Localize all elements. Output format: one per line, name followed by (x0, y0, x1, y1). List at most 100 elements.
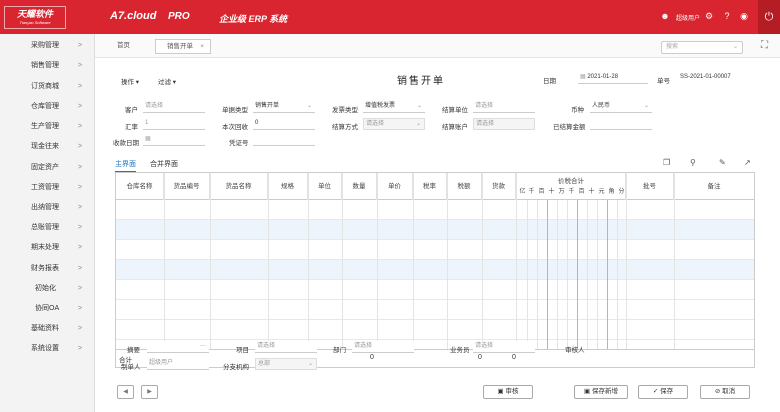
audit-button[interactable]: ▣ 审核 (483, 385, 533, 399)
sidebar-item-production[interactable]: 生产管理 > (0, 117, 95, 137)
sidebar-item-cash[interactable]: 现金往来 > (0, 137, 95, 157)
save-button[interactable]: ✓ 保存 (638, 385, 688, 399)
close-icon[interactable]: × (200, 40, 204, 54)
sidebar-item-oa[interactable]: 协同OA > (0, 299, 95, 319)
receipt-date-label: 收款日期 (113, 140, 139, 147)
divider (607, 200, 608, 367)
table-row[interactable] (116, 220, 754, 240)
item-table: 仓库名称 货品编号 货品名称 规格 单位 数量 单价 税率 税额 货款 价税合计… (115, 172, 755, 368)
branch-select[interactable]: 总部 ⌄ (255, 358, 317, 370)
sidebar-item-payroll[interactable]: 工资管理 > (0, 178, 95, 198)
sidebar-item-order-mall[interactable]: 订货商城 > (0, 77, 95, 97)
search-input[interactable]: 搜索 ⌄ (661, 41, 743, 54)
next-page-button[interactable]: ▶ (141, 385, 158, 399)
settle-unit-field[interactable]: 请选择 (473, 101, 535, 113)
digit-label: 分 (618, 189, 625, 195)
customer-label: 客户 (125, 107, 138, 114)
doctype-select[interactable]: 销售开单 ⌄ (253, 101, 315, 113)
calendar-icon: ▦ (145, 136, 151, 142)
save-new-label: 保存新增 (591, 388, 618, 395)
col-tax-rate: 税率 (413, 173, 447, 200)
attachment-icon[interactable]: ✎ (719, 158, 726, 167)
sidebar-item-warehouse[interactable]: 仓库管理 > (0, 97, 95, 117)
digit-label: 亿 (519, 189, 526, 195)
cancel-button[interactable]: ⊘ 取消 (700, 385, 750, 399)
col-item-code: 货品编号 (164, 173, 210, 200)
sidebar-item-period-end[interactable]: 期末处理 > (0, 238, 95, 258)
brand-name: A7.cloud (110, 10, 157, 22)
digit-label: 角 (608, 189, 615, 195)
maker-field[interactable]: 超级用户 (147, 358, 209, 370)
customer-field[interactable]: 请选择 (143, 101, 205, 113)
help-icon[interactable]: ? (722, 11, 732, 21)
tab-home[interactable]: 首页 (117, 39, 130, 54)
digit-label: 百 (578, 189, 585, 195)
chevron-right-icon: > (78, 325, 83, 332)
date-value: 2021-01-28 (587, 74, 619, 80)
chevron-right-icon: > (78, 265, 83, 272)
project-field[interactable]: 请选择 (255, 341, 317, 353)
table-row[interactable] (116, 240, 754, 260)
power-icon[interactable]: ⏻ (758, 0, 780, 34)
digit-label: 十 (548, 189, 555, 195)
chevron-right-icon: > (78, 224, 83, 231)
received-field[interactable]: 0 (253, 118, 315, 130)
gear-icon[interactable]: ⚙ (704, 11, 714, 21)
invoice-type-select[interactable]: 增值税发票 ⌄ (363, 101, 425, 113)
total-qty: 0 (370, 354, 374, 361)
table-row[interactable] (116, 320, 754, 340)
sidebar-item-cashier[interactable]: 出纳管理 > (0, 198, 95, 218)
settle-account-select[interactable]: 请选择 (473, 118, 535, 130)
table-row[interactable] (116, 260, 754, 280)
chevron-down-icon: ⌄ (416, 103, 422, 109)
settled-amount-field[interactable] (590, 118, 652, 130)
sidebar-item-purchase[interactable]: 采购管理 > (0, 36, 95, 56)
sidebar-item-reports[interactable]: 财务报表 > (0, 259, 95, 279)
tab-sales-order[interactable]: 销售开单 × (155, 39, 211, 54)
chevron-right-icon: > (78, 184, 83, 191)
notification-icon[interactable]: ◉ (739, 11, 749, 21)
tab-main[interactable]: 主界面 (115, 159, 136, 172)
cancel-icon: ⊘ (714, 388, 721, 395)
fullscreen-icon[interactable]: ⛶ (761, 40, 768, 51)
sidebar-item-init[interactable]: 初始化 > (0, 279, 95, 299)
tab-merge[interactable]: 合并界面 (150, 159, 178, 169)
table-row[interactable] (116, 200, 754, 220)
sidebar-item-sales[interactable]: 销售管理 > (0, 56, 95, 76)
chevron-right-icon: > (78, 103, 83, 110)
operation-menu[interactable]: 操作 ▾ (121, 76, 139, 86)
currency-value: 人民币 (592, 103, 611, 109)
table-row[interactable] (116, 300, 754, 320)
currency-select[interactable]: 人民币 ⌄ (590, 101, 652, 113)
rate-field[interactable]: 1 (143, 118, 205, 130)
zoom-icon[interactable]: ⚲ (690, 158, 696, 167)
divider (164, 173, 165, 367)
prev-page-button[interactable]: ◀ (117, 385, 134, 399)
chevron-down-icon: ⌄ (643, 103, 649, 109)
more-icon[interactable]: ··· (200, 341, 206, 352)
col-remark: 备注 (707, 183, 721, 190)
dept-label: 部门 (333, 347, 346, 354)
resize-icon[interactable]: ↗ (744, 158, 751, 167)
table-row[interactable] (116, 280, 754, 300)
save-new-button[interactable]: ▣ 保存新增 (574, 385, 628, 399)
receipt-date-field[interactable]: ▦ (143, 134, 205, 146)
filter-menu[interactable]: 过滤 ▾ (158, 76, 176, 86)
sidebar-item-ledger[interactable]: 总账管理 > (0, 218, 95, 238)
chevron-down-icon: ⌄ (306, 103, 312, 109)
date-field[interactable]: ▦ 2021-01-28 (578, 72, 648, 84)
user-name[interactable]: 超级用户 (676, 13, 700, 22)
chevron-right-icon: > (78, 305, 83, 312)
summary-field[interactable]: ··· (147, 341, 209, 353)
copy-icon[interactable]: ❐ (663, 158, 670, 167)
sidebar-item-fixed-assets[interactable]: 固定资产 > (0, 158, 95, 178)
reviewer-label: 审核人 (565, 347, 585, 354)
sidebar-item-base-data[interactable]: 基础资料 > (0, 319, 95, 339)
sidebar-item-settings[interactable]: 系统设置 > (0, 339, 95, 359)
user-icon[interactable]: ☻ (660, 11, 670, 21)
dept-field[interactable]: 请选择 (352, 341, 414, 353)
settle-method-select[interactable]: 请选择 ⌄ (363, 118, 425, 130)
edition-label: PRO (168, 11, 190, 22)
salesman-field[interactable]: 请选择 (473, 341, 535, 353)
voucher-field[interactable] (253, 134, 315, 146)
